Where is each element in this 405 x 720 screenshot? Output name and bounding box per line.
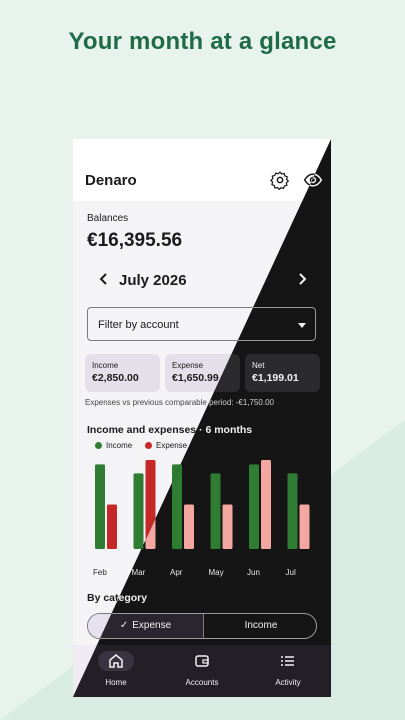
expense-label: Expense	[172, 361, 204, 370]
bar-expense-jul	[299, 504, 310, 549]
chevron-right-icon[interactable]	[295, 272, 309, 286]
x-tick-jun: Jun	[247, 568, 260, 577]
nav-accounts-label-dark: Accounts	[185, 678, 219, 687]
bar-expense-apr	[184, 504, 194, 549]
nav-activity-label-dark: Activity	[275, 678, 301, 687]
bar-income-jun	[249, 464, 259, 549]
list-icon	[281, 656, 294, 666]
segment-income-label-dark: Income	[244, 620, 278, 631]
legend-expense: Expense	[145, 441, 187, 450]
bar-income-feb	[95, 464, 105, 549]
segment-expense-label-dark: Expense	[132, 620, 172, 631]
nav-home-indicator-dark	[98, 651, 134, 671]
nav-activity-indicator-dark	[270, 651, 306, 671]
headline: Your month at a glance	[68, 28, 337, 55]
x-tick-mar: Mar	[132, 568, 146, 577]
nav-activity-dark[interactable]: Activity	[245, 645, 331, 697]
bar-income-may	[210, 473, 221, 549]
legend-income-dot	[95, 442, 102, 449]
net-card-dark: Net €1,199.01	[245, 354, 320, 392]
bar-expense-feb	[107, 504, 117, 549]
app-title: Denaro	[85, 172, 137, 189]
legend-income-label: Income	[106, 441, 133, 450]
month-label: July 2026	[119, 272, 187, 289]
income-value: €2,850.00	[92, 372, 139, 384]
home-icon	[109, 654, 123, 668]
income-card: Income €2,850.00	[85, 354, 160, 392]
nav-home-label-dark: Home	[105, 678, 127, 687]
x-tick-may: May	[209, 568, 224, 577]
filter-placeholder: Filter by account	[98, 319, 179, 331]
bar-income-mar	[133, 473, 144, 549]
nav-accounts-indicator-dark	[184, 651, 220, 671]
check-icon: ✓	[119, 620, 129, 631]
nav-accounts-dark[interactable]: Accounts	[159, 645, 245, 697]
balance-value: €16,395.56	[87, 230, 183, 251]
chevron-left-icon[interactable]	[97, 272, 111, 286]
balances-label: Balances	[87, 213, 129, 224]
wallet-icon	[195, 655, 209, 667]
legend-income: Income	[95, 441, 132, 450]
bar-expense-may	[222, 504, 233, 549]
bar-income-jul	[287, 473, 298, 549]
category-toggle-dark: ✓ Expense Income	[87, 613, 317, 639]
legend-expense-label: Expense	[156, 441, 188, 450]
bottom-navigation-dark: Home Accounts Activity	[73, 645, 331, 697]
net-label-dark: Net	[252, 361, 265, 370]
dropdown-arrow-icon	[298, 323, 306, 328]
segment-income-dark[interactable]: Income	[203, 614, 316, 638]
x-tick-apr: Apr	[170, 568, 183, 577]
x-tick-feb: Feb	[93, 568, 107, 577]
income-label: Income	[92, 361, 119, 370]
net-value-dark: €1,199.01	[252, 372, 299, 384]
x-tick-jul: Jul	[286, 568, 296, 577]
bar-expense-jun	[261, 459, 271, 549]
phone-screen: Denaro Balances €16,395.56 July 2026 Fil…	[73, 139, 331, 697]
gear-icon[interactable]	[270, 170, 290, 190]
legend-expense-dot	[145, 442, 152, 449]
app-bar: Denaro	[73, 139, 331, 201]
